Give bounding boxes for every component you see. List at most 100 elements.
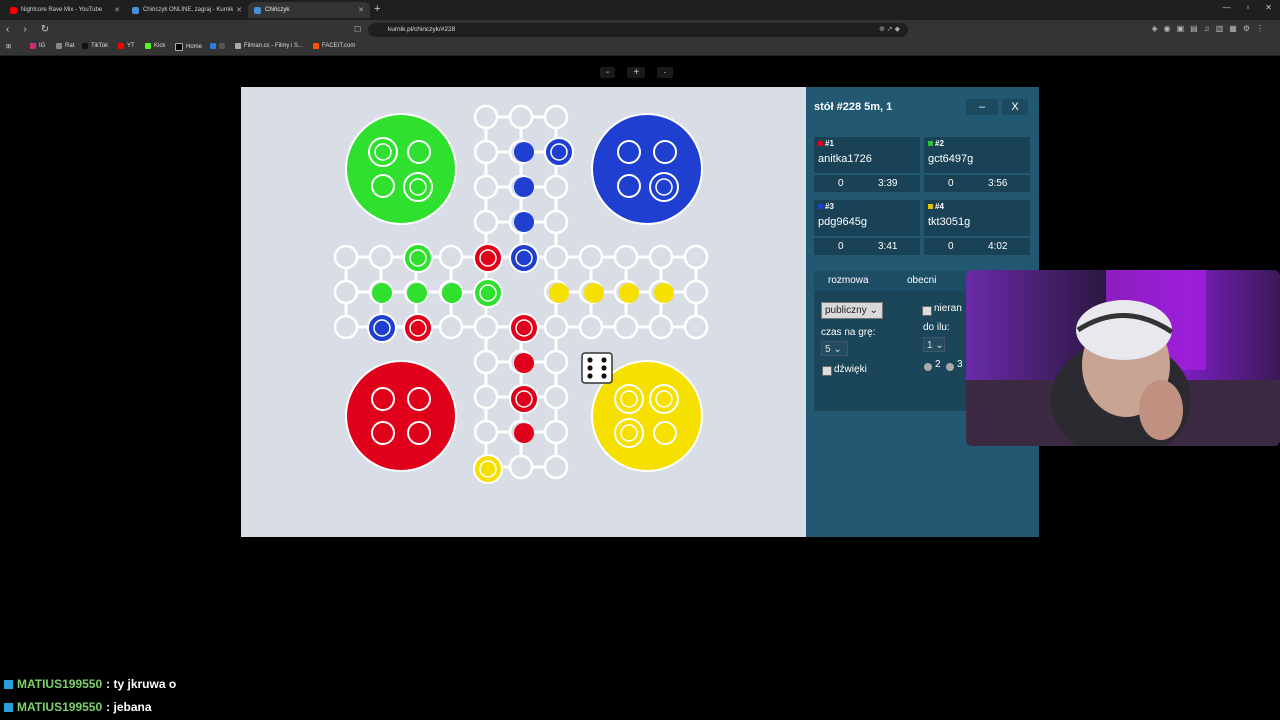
bookmark-tiktok[interactable]: TikTok (82, 43, 108, 49)
path-field (368, 244, 394, 270)
path-field (578, 314, 604, 340)
player-stats: 0 3:56 (924, 175, 1030, 192)
time-select[interactable]: 5 ⌄ (821, 341, 848, 356)
close-tab-icon[interactable]: ✕ (236, 6, 242, 14)
player-score: 0 (838, 178, 844, 189)
apps-icon[interactable]: ⊞ (6, 43, 11, 50)
ludo-board[interactable] (241, 87, 806, 537)
close-table-button[interactable]: X (1002, 99, 1028, 115)
bookmark-label: IG (39, 43, 46, 49)
unranked-checkbox[interactable] (922, 306, 932, 316)
yellow-home-field (654, 283, 674, 303)
radio-3[interactable] (946, 363, 954, 371)
close-tab-icon[interactable]: ✕ (358, 6, 364, 14)
path-field (473, 174, 499, 200)
close-window-icon[interactable]: ✕ (1265, 3, 1272, 12)
chat-message: MATIUS199550 : ty jkruwa o (4, 677, 176, 691)
tab-present[interactable]: obecni (907, 275, 936, 286)
browser-tab-bar: Nightcore Rave Mix - YouTube ✕ Chińczyk … (0, 0, 1280, 20)
path-field (473, 104, 499, 130)
bookmark-yt[interactable]: YT (118, 43, 135, 49)
faceit-icon (313, 43, 319, 49)
bookmark-kick[interactable]: Kick (145, 43, 165, 49)
tab-chinczyk[interactable]: Chińczyk ✕ (248, 2, 370, 18)
yellow-pawn (614, 418, 644, 448)
cube-icon (4, 702, 13, 712)
chevron-down-icon: ⌄ (869, 305, 878, 316)
player-card: #2 gct6497g (924, 137, 1030, 173)
player-number: #1 (818, 139, 834, 148)
path-field (648, 314, 674, 340)
tab-youtube[interactable]: Nightcore Rave Mix - YouTube ✕ (4, 2, 126, 18)
minimize-window-icon[interactable]: — (1222, 3, 1230, 12)
red-base (345, 360, 457, 472)
yellow-home-field (549, 283, 569, 303)
bookmark-faceit[interactable]: FACEIT.com (313, 43, 355, 49)
chat-username: MATIUS199550 (17, 700, 103, 714)
bookmark-label: Rat (65, 43, 75, 49)
visibility-select[interactable]: publiczny ⌄ (821, 302, 883, 319)
blue-pawn (509, 243, 539, 273)
tab-label: Chińczyk (265, 7, 290, 13)
tab-kurnik[interactable]: Chińczyk ONLINE, zagraj - Kurnik ✕ (126, 2, 248, 18)
webcam-image (966, 270, 1280, 446)
player-slot-3[interactable]: #3 pdg9645g 0 3:41 (814, 200, 920, 256)
die-pip (601, 365, 607, 371)
path-field (333, 244, 359, 270)
path-field (333, 314, 359, 340)
player-slot-4[interactable]: #4 tkt3051g 0 4:02 (924, 200, 1030, 256)
path-field (543, 104, 569, 130)
player-time: 4:02 (988, 241, 1008, 252)
player-time: 3:56 (988, 178, 1008, 189)
player-number: #4 (928, 202, 944, 211)
maximize-window-icon[interactable]: ▫ (1246, 3, 1249, 12)
player-slot-2[interactable]: #2 gct6497g 0 3:56 (924, 137, 1030, 193)
bookmark-generic-icon (210, 43, 216, 49)
forward-icon[interactable]: › (23, 24, 26, 35)
bookmark-rat[interactable]: Rat (56, 43, 74, 49)
up-to-select[interactable]: 1 ⌄ (923, 337, 945, 352)
zoom-in-button[interactable]: + (627, 67, 646, 78)
path-field (578, 244, 604, 270)
green-pawn (403, 172, 433, 202)
path-field (508, 104, 534, 130)
url-input[interactable]: kurnik.pl/chinczyk/#228 ⊕ ↗ ◆ (368, 23, 908, 37)
path-field (543, 174, 569, 200)
bookmark-misc[interactable] (210, 43, 225, 49)
bookmark-label: Home (186, 44, 203, 50)
path-field (473, 384, 499, 410)
radio-2[interactable] (924, 363, 932, 371)
chat-username: MATIUS199550 (17, 677, 103, 691)
path-field (543, 314, 569, 340)
bookmark-icon[interactable]: ☐ (354, 25, 361, 34)
sounds-checkbox[interactable] (822, 366, 832, 376)
bookmark-filman[interactable]: Filman.cc - Filmy i S... (235, 43, 303, 49)
player-name: anitka1726 (818, 153, 872, 165)
tab-chat[interactable]: rozmowa (828, 275, 869, 286)
board-canvas[interactable] (241, 87, 806, 537)
reload-icon[interactable]: ↻ (41, 24, 49, 35)
bookmark-ig[interactable]: IG (30, 43, 45, 49)
close-tab-icon[interactable]: ✕ (114, 6, 120, 14)
green-home-field (442, 283, 462, 303)
bookmarks-bar: ⊞ IG Rat TikTok YT Kick Home Filman.cc -… (0, 40, 1280, 56)
blue-home-field (514, 177, 534, 197)
player-color-swatch (818, 141, 823, 146)
extensions-icons[interactable]: ◈◉▣▤♫▥▦⚙⋮ (1151, 24, 1270, 33)
tiktok-icon (82, 43, 88, 49)
new-tab-button[interactable]: + (374, 3, 380, 15)
nav-buttons: ‹ › ↻ (6, 24, 49, 35)
time-label: czas na grę: (821, 327, 876, 338)
minimize-panel-button[interactable]: – (966, 99, 998, 115)
green-home-field (372, 283, 392, 303)
player-name: gct6497g (928, 153, 974, 165)
path-field (438, 244, 464, 270)
yellow-pawn (473, 454, 503, 484)
back-icon[interactable]: ‹ (6, 24, 9, 35)
zoom-out-button[interactable]: - (600, 67, 616, 78)
player-slot-1[interactable]: #1 anitka1726 0 3:39 (814, 137, 920, 193)
player-time: 3:41 (878, 241, 898, 252)
bookmark-home[interactable]: Home (175, 43, 202, 51)
zoom-reset-button[interactable]: · (657, 67, 673, 78)
address-bar-row: ‹ › ↻ ☐ kurnik.pl/chinczyk/#228 ⊕ ↗ ◆ ◈◉… (0, 20, 1280, 40)
